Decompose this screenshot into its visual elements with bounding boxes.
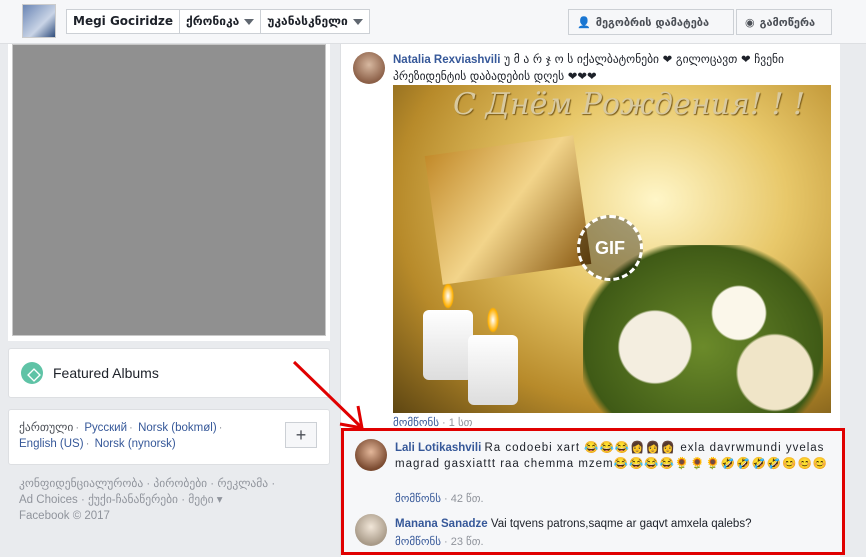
comment-meta: მომწონს · 23 წთ. — [395, 536, 484, 548]
flame-graphic — [442, 283, 454, 309]
post-gif-image[interactable]: С Днём Рождения! ! ! GIF — [393, 85, 831, 413]
comment-like-link[interactable]: მომწონს — [395, 493, 441, 505]
featured-albums-label: Featured Albums — [53, 365, 159, 381]
footer-links-line1[interactable]: კონფიდენციალურობა · პირობები · რეკლამა · — [19, 476, 319, 492]
comment-time[interactable]: 42 წთ. — [451, 493, 484, 505]
tab-recent-label: უკანასკნელი — [267, 14, 348, 28]
comment-avatar[interactable] — [355, 514, 387, 546]
top-bar: Megi Gociridze ქრონიკა უკანასკნელი 👤 მეგო… — [0, 0, 866, 44]
rss-icon: ◉ — [745, 15, 755, 29]
albums-icon — [21, 362, 43, 384]
add-language-button[interactable]: + — [285, 422, 317, 448]
comment-author-name[interactable]: Lali Lotikashvili — [395, 442, 481, 454]
candle-graphic — [468, 335, 518, 405]
follow-label: გამოწერა — [759, 15, 816, 29]
follow-button[interactable]: ◉ გამოწერა — [736, 9, 832, 35]
profile-avatar[interactable] — [22, 4, 56, 38]
profile-name: Megi Gociridze — [73, 14, 174, 28]
flame-graphic — [487, 307, 499, 333]
tab-timeline[interactable]: ქრონიკა — [180, 10, 262, 33]
add-friend-button[interactable]: 👤 მეგობრის დამატება — [568, 9, 734, 35]
cover-photo[interactable] — [12, 44, 326, 336]
featured-albums-card[interactable]: Featured Albums — [8, 348, 330, 398]
comment-avatar[interactable] — [355, 439, 387, 471]
post-author-avatar[interactable] — [353, 52, 385, 84]
current-language: ქართული — [19, 422, 74, 434]
footer: კონფიდენციალურობა · პირობები · რეკლამა ·… — [19, 476, 319, 524]
language-card: ქართული · Русский · Norsk (bokmøl) · Englis… — [8, 409, 330, 465]
comment-time[interactable]: 23 წთ. — [451, 536, 484, 548]
tab-timeline-label: ქრონიკა — [186, 14, 240, 28]
comment-text: Vai tqvens patrons,saqme ar gaqvt amxela… — [490, 518, 752, 530]
post-body: Natalia Rexviashvili უ მ ა რ ჯ ო ს იქალბ… — [393, 51, 833, 84]
add-friend-icon: 👤 — [577, 15, 591, 29]
timeline-tabs: Megi Gociridze ქრონიკა უკანასკნელი — [66, 9, 370, 34]
profile-name-tab[interactable]: Megi Gociridze — [67, 10, 181, 33]
gif-play-badge[interactable]: GIF — [577, 215, 643, 281]
plus-icon: + — [295, 425, 307, 445]
candle-graphic — [423, 310, 473, 380]
post-author-name[interactable]: Natalia Rexviashvili — [393, 54, 500, 66]
comment-body: Lali Lotikashvili Ra codoebi xart 😂😂😂👩👩👩… — [395, 440, 835, 472]
tab-recent[interactable]: უკანასკნელი — [261, 10, 369, 33]
comments-highlight-box: Lali Lotikashvili Ra codoebi xart 😂😂😂👩👩👩… — [341, 428, 845, 555]
footer-copyright: Facebook © 2017 — [19, 510, 110, 522]
gift-box-graphic — [424, 135, 592, 285]
comment-meta: მომწონს · 42 წთ. — [395, 493, 484, 505]
comment-body: Manana Sanadze Vai tqvens patrons,saqme … — [395, 516, 835, 532]
language-link-norsk-nynorsk[interactable]: Norsk (nynorsk) — [95, 438, 176, 450]
language-link-norsk-bokmal[interactable]: Norsk (bokmøl) — [138, 422, 217, 434]
chevron-down-icon — [352, 18, 363, 25]
comment-like-link[interactable]: მომწონს — [395, 536, 441, 548]
language-link-english[interactable]: English (US) — [19, 438, 84, 450]
chevron-down-icon — [244, 18, 255, 25]
language-link-russian[interactable]: Русский — [84, 422, 127, 434]
gif-caption: С Днём Рождения! ! ! — [453, 87, 806, 122]
comment-author-name[interactable]: Manana Sanadze — [395, 518, 488, 530]
footer-links-line2[interactable]: Ad Choices · ქუქი-ჩანაწერები · მეტი ▾ — [19, 492, 319, 508]
add-friend-label: მეგობრის დამატება — [595, 15, 710, 29]
